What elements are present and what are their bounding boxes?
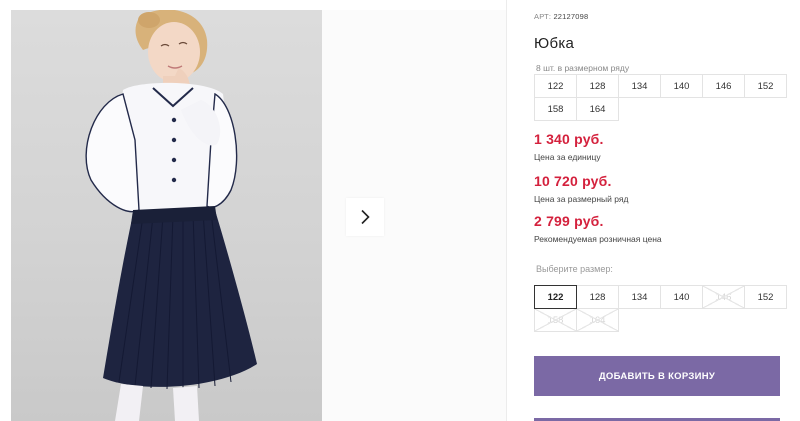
size-row-item: 128: [576, 74, 619, 98]
size-option-152[interactable]: 152: [744, 285, 787, 309]
size-row-item: 158: [534, 97, 577, 121]
size-row-item: 122: [534, 74, 577, 98]
size-row-price-label: Цена за размерный ряд: [534, 194, 629, 204]
unit-price-label: Цена за единицу: [534, 152, 601, 162]
retail-price-label: Рекомендуемая розничная цена: [534, 234, 662, 244]
size-row-item: 152: [744, 74, 787, 98]
size-option-164: 164: [576, 308, 619, 332]
size-row-grid: 122 128 134 140 146 152 158 164: [534, 74, 787, 121]
product-details: АРТ: 22127098 Юбка 8 шт. в размерном ряд…: [534, 0, 787, 421]
size-option-146: 146: [702, 285, 745, 309]
size-row-price: 10 720 руб.: [534, 173, 612, 189]
product-photo-illustration: [85, 10, 257, 421]
product-photo[interactable]: [11, 10, 322, 421]
unit-price: 1 340 руб.: [534, 131, 604, 147]
size-row-caption: 8 шт. в размерном ряду: [536, 63, 630, 73]
size-picker: 122 128 134 140 146 152 158 164: [534, 285, 787, 332]
size-row-item: 134: [618, 74, 661, 98]
next-image-button[interactable]: [346, 198, 384, 236]
size-option-134[interactable]: 134: [618, 285, 661, 309]
divider: [506, 0, 507, 421]
size-row-item: 146: [702, 74, 745, 98]
size-option-158: 158: [534, 308, 577, 332]
choose-size-label: Выберите размер:: [536, 264, 613, 274]
chevron-right-icon: [361, 209, 370, 225]
add-to-cart-button[interactable]: ДОБАВИТЬ В КОРЗИНУ: [534, 356, 780, 396]
article-value: 22127098: [553, 12, 589, 21]
article-prefix: АРТ:: [534, 12, 552, 21]
size-row-item: 140: [660, 74, 703, 98]
size-option-128[interactable]: 128: [576, 285, 619, 309]
retail-price: 2 799 руб.: [534, 213, 604, 229]
article-number: АРТ: 22127098: [534, 12, 588, 21]
product-gallery: [0, 0, 506, 421]
size-row-item: 164: [576, 97, 619, 121]
product-title: Юбка: [534, 35, 575, 52]
size-option-122[interactable]: 122: [534, 285, 577, 309]
size-option-140[interactable]: 140: [660, 285, 703, 309]
